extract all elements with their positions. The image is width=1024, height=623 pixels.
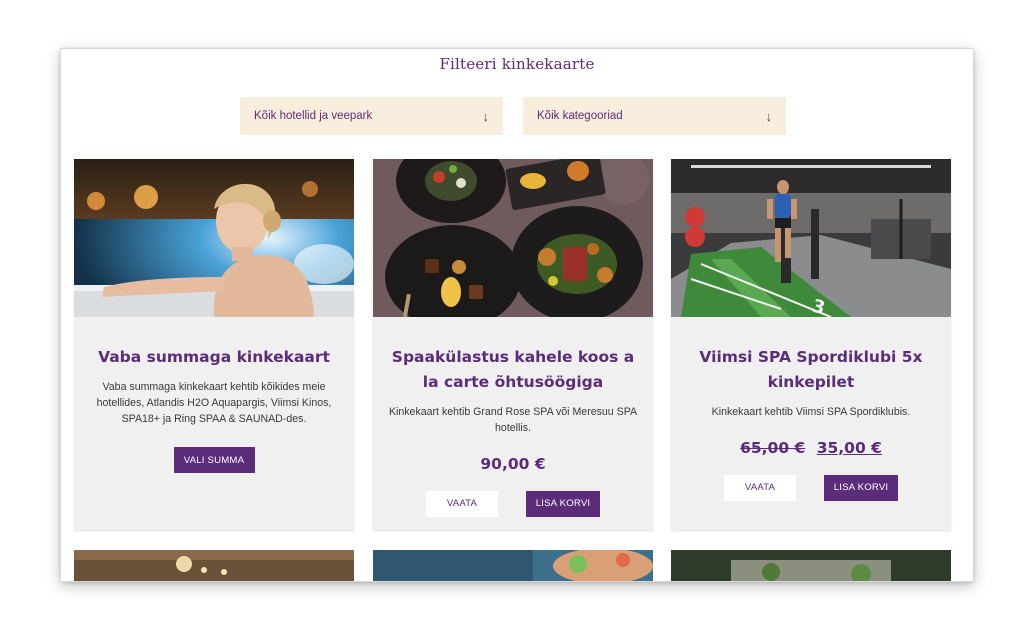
hotel-filter-dropdown[interactable]: Kõik hotellid ja veepark ↓	[240, 97, 503, 135]
sale-price: 35,00 €	[816, 438, 882, 457]
next-card-image[interactable]	[373, 550, 653, 581]
card-description: Kinkekaart kehtib Viimsi SPA Spordiklubi…	[711, 406, 911, 418]
card-description: Kinkekaart kehtib Grand Rose SPA või Mer…	[388, 406, 638, 434]
add-to-cart-button[interactable]: LISA KORVI	[526, 490, 600, 517]
gift-card-item: Spaakülastus kahele koos a la carte õhtu…	[373, 159, 653, 530]
hotel-filter-label: Kõik hotellid ja veepark	[254, 110, 373, 122]
gym-sled-image[interactable]: 3	[671, 159, 951, 317]
card-title[interactable]: Vaba summaga kinkekaart	[86, 345, 342, 370]
page-title: Filteeri kinkekaarte	[439, 55, 595, 73]
next-card-image[interactable]	[74, 550, 354, 581]
card-description: Vaba summaga kinkekaart kehtib kõikides …	[96, 381, 332, 425]
gift-card-item: Vaba summaga kinkekaart Vaba summaga kin…	[74, 159, 354, 530]
arrow-down-icon: ↓	[482, 108, 490, 124]
view-button[interactable]: VAATA	[426, 490, 498, 517]
gift-card-item: 3 Viimsi SPA Spordiklubi 5x kinkepilet K…	[671, 159, 951, 530]
category-filter-dropdown[interactable]: Kõik kategooriad ↓	[523, 97, 786, 135]
next-card-image[interactable]	[671, 550, 951, 581]
view-button[interactable]: VAATA	[724, 474, 796, 501]
arrow-down-icon: ↓	[765, 108, 773, 124]
price: 65,00 € 35,00 €	[683, 439, 939, 457]
page-window: Filteeri kinkekaarte Kõik hotellid ja ve…	[61, 49, 973, 581]
card-title[interactable]: Spaakülastus kahele koos a la carte õhtu…	[385, 345, 641, 395]
card-title[interactable]: Viimsi SPA Spordiklubi 5x kinkepilet	[683, 345, 939, 395]
choose-amount-button[interactable]: VALI SUMMA	[173, 447, 255, 474]
dinner-plates-image[interactable]	[373, 159, 653, 317]
price: 90,00 €	[480, 454, 546, 473]
category-filter-label: Kõik kategooriad	[537, 110, 623, 122]
add-to-cart-button[interactable]: LISA KORVI	[824, 474, 898, 501]
spa-pool-woman-image[interactable]	[74, 159, 354, 317]
old-price: 65,00 €	[740, 438, 806, 457]
